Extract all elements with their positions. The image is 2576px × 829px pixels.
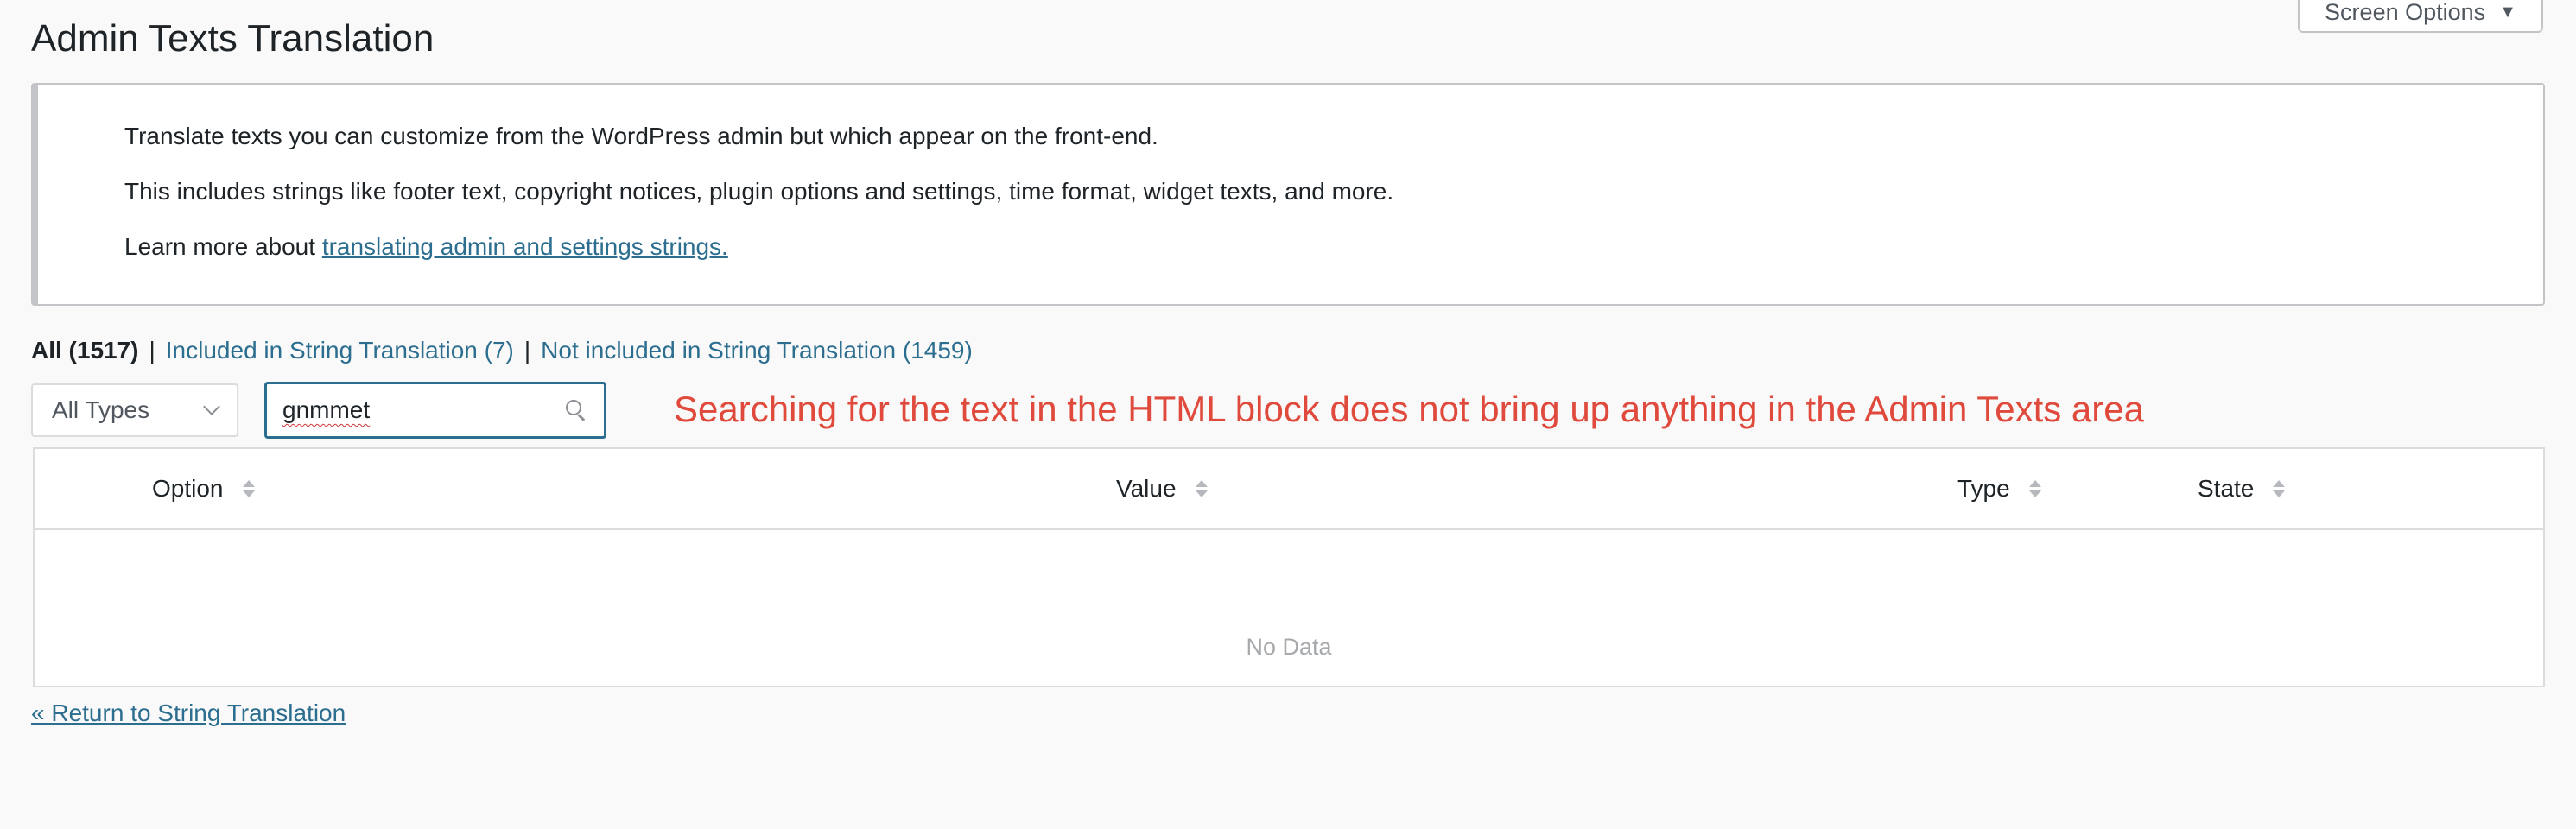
return-to-string-translation-link[interactable]: « Return to String Translation: [31, 699, 346, 727]
filter-not-included[interactable]: Not included in String Translation (1459…: [541, 337, 973, 364]
chevron-down-icon: [203, 398, 220, 415]
column-header-value[interactable]: Value: [1116, 475, 1208, 503]
column-header-label: Value: [1116, 475, 1177, 502]
column-header-label: State: [2198, 475, 2255, 502]
empty-state-text: No Data: [1246, 634, 1332, 660]
info-notice: Translate texts you can customize from t…: [31, 83, 2545, 306]
sort-arrows-icon[interactable]: [2028, 480, 2041, 497]
sort-arrows-icon[interactable]: [1195, 480, 1208, 497]
search-input-value: gnmmet: [282, 396, 371, 423]
column-header-type[interactable]: Type: [1957, 475, 2041, 503]
page-title: Admin Texts Translation: [31, 17, 435, 60]
notice-line-3: Learn more about translating admin and s…: [124, 233, 728, 261]
type-select[interactable]: All Types: [31, 383, 238, 437]
screen-options-label: Screen Options: [2325, 0, 2486, 25]
column-header-label: Type: [1957, 475, 2010, 502]
filter-separator: |: [149, 337, 155, 364]
strings-table: Option Value Type State No Data: [33, 447, 2545, 687]
annotation-text: Searching for the text in the HTML block…: [674, 389, 2144, 429]
search-icon[interactable]: [564, 398, 588, 422]
sort-arrows-icon[interactable]: [242, 480, 255, 497]
filter-separator: |: [523, 337, 531, 364]
type-select-value: All Types: [52, 396, 150, 423]
filter-all[interactable]: All (1517): [31, 337, 139, 364]
filter-included[interactable]: Included in String Translation (7): [166, 337, 514, 364]
screen-options-button[interactable]: Screen Options ▼: [2298, 0, 2543, 33]
column-header-label: Option: [152, 475, 224, 502]
search-input[interactable]: gnmmet: [264, 382, 606, 439]
column-header-state[interactable]: State: [2198, 475, 2286, 503]
view-filters: All (1517) | Included in String Translat…: [31, 337, 973, 364]
table-header: Option Value Type State: [35, 449, 2543, 530]
notice-line-3-prefix: Learn more about: [124, 233, 322, 260]
notice-line-2: This includes strings like footer text, …: [124, 178, 1394, 205]
learn-more-link[interactable]: translating admin and settings strings.: [322, 233, 728, 260]
sort-arrows-icon[interactable]: [2273, 480, 2286, 497]
notice-line-1: Translate texts you can customize from t…: [124, 123, 1158, 149]
caret-down-icon: ▼: [2499, 2, 2516, 22]
column-header-option[interactable]: Option: [152, 475, 255, 503]
